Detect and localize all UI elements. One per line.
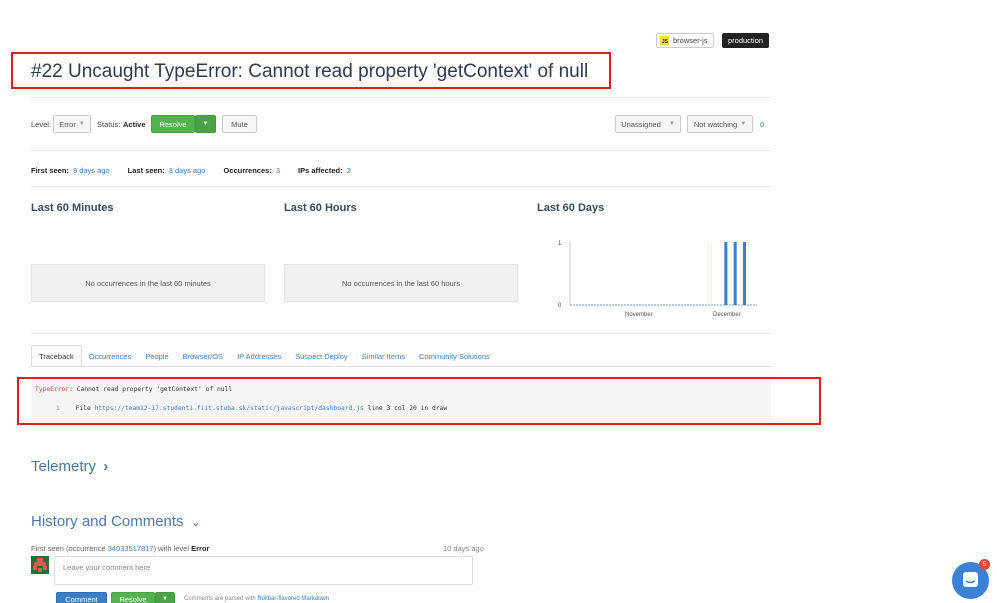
history-first-seen-prefix: First seen (occurrence: [31, 544, 108, 553]
markdown-note: Comments are parsed with Rollbar-flavore…: [184, 596, 329, 602]
last-60-days-chart: 1 0 November December: [558, 241, 757, 318]
history-resolve-button[interactable]: Resolve: [111, 592, 155, 603]
tab-traceback[interactable]: Traceback: [31, 345, 82, 367]
ips-affected-label: IPs affected:: [297, 166, 343, 175]
x-tick-label-november: November: [625, 312, 653, 318]
divider: [31, 97, 771, 98]
tag-production[interactable]: production: [722, 33, 770, 48]
watch-count[interactable]: 0: [760, 120, 764, 129]
telemetry-toggle[interactable]: Telemetry ›: [31, 458, 108, 475]
tab-similar-items[interactable]: Similar Items: [355, 345, 412, 367]
chevron-down-icon: ▼: [162, 596, 168, 602]
ips-affected-value[interactable]: 2: [347, 166, 351, 175]
history-occurrence-link[interactable]: 34033517817: [108, 544, 154, 553]
status-label: Status:: [97, 120, 121, 129]
level-dropdown[interactable]: Error ▼: [53, 115, 91, 133]
divider: [31, 150, 771, 151]
status-value: Active: [123, 120, 146, 129]
traceback-file-link[interactable]: https://team12-17.studenti.fiit.stuba.sk…: [95, 405, 364, 412]
divider: [31, 186, 771, 187]
traceback-frame-number: 1: [56, 405, 60, 412]
stats-row: First seen: 9 days ago Last seen: 3 days…: [31, 166, 351, 175]
occurrences-value[interactable]: 3: [276, 166, 280, 175]
history-resolve-options-button[interactable]: ▼: [155, 592, 175, 603]
javascript-icon: JS: [660, 36, 669, 45]
traceback-error-message: : Cannot read property 'getContext' of n…: [69, 386, 233, 393]
chevron-down-icon: ⌄: [190, 515, 201, 529]
chart-bars: [707, 242, 749, 305]
y-tick-label-1: 1: [558, 241, 562, 247]
tabs-divider: [31, 366, 771, 367]
first-seen-label: First seen:: [31, 166, 69, 175]
tab-suspect-deploy[interactable]: Suspect Deploy: [288, 345, 355, 367]
traceback-frame: 1 File https://team12-17.studenti.fiit.s…: [56, 405, 447, 412]
avatar-identicon-icon: [33, 558, 47, 572]
chat-unread-badge: 5: [979, 559, 990, 570]
x-tick-label-december: December: [713, 312, 741, 318]
resolve-button[interactable]: Resolve: [151, 115, 195, 133]
resolve-options-button[interactable]: ▼: [195, 115, 216, 133]
avatar: [31, 556, 49, 574]
chevron-down-icon: ▼: [740, 121, 747, 127]
traceback-highlight-box: [17, 377, 821, 425]
history-label: History and Comments: [31, 513, 184, 530]
watching-dropdown[interactable]: Not watching ▼: [687, 115, 753, 133]
tab-people[interactable]: People: [138, 345, 175, 367]
telemetry-label: Telemetry: [31, 458, 97, 475]
tab-browser-os[interactable]: Browser/OS: [176, 345, 230, 367]
chevron-down-icon: ▼: [202, 121, 209, 127]
occurrences-label: Occurrences:: [223, 166, 272, 175]
level-value: Error: [59, 119, 76, 129]
tag-browser-js-label: browser-js: [673, 36, 708, 45]
chart-bar: [733, 242, 737, 305]
tab-ip-addresses[interactable]: IP Addresses: [230, 345, 288, 367]
traceback-error-line: TypeError: Cannot read property 'getCont…: [35, 386, 232, 393]
last-60-days-title: Last 60 Days: [537, 202, 605, 214]
history-toggle[interactable]: History and Comments ⌄: [31, 513, 201, 530]
comment-button[interactable]: Comment: [56, 592, 107, 603]
history-first-seen-mid: ) with level: [153, 544, 192, 553]
last-60-minutes-empty: No occurrences in the last 60 minutes: [31, 264, 265, 302]
last-60-hours-empty: No occurrences in the last 60 hours: [284, 264, 518, 302]
last-seen-label: Last seen:: [127, 166, 165, 175]
traceback-error-type: TypeError: [35, 386, 70, 393]
history-first-seen: First seen (occurrence 34033517817) with…: [31, 544, 209, 553]
chevron-right-icon: ›: [103, 458, 109, 475]
history-level: Error: [191, 544, 210, 553]
y-tick-label-0: 0: [558, 303, 562, 309]
last-60-hours-title: Last 60 Hours: [284, 202, 357, 214]
tab-occurrences[interactable]: Occurrences: [82, 345, 139, 367]
mute-button[interactable]: Mute: [222, 115, 257, 133]
tag-browser-js[interactable]: JS browser-js: [656, 33, 714, 48]
chart-bar: [743, 242, 747, 305]
level-label: Level:: [31, 120, 52, 129]
page-title: #22 Uncaught TypeError: Cannot read prop…: [31, 61, 589, 82]
tabs-bar: Traceback Occurrences People Browser/OS IP A…: [31, 345, 497, 367]
comment-input[interactable]: Leave your comment here: [54, 556, 473, 585]
first-seen-value[interactable]: 9 days ago: [73, 166, 110, 175]
markdown-link[interactable]: Rollbar-flavored Markdown: [257, 596, 329, 602]
history-ago: 10 days ago: [443, 544, 484, 553]
watching-value: Not watching: [693, 119, 738, 129]
traceback-file-suffix: line 3 col 20 in draw: [363, 405, 448, 412]
assignee-dropdown[interactable]: Unassigned ▼: [615, 115, 681, 133]
last-seen-value[interactable]: 3 days ago: [169, 166, 206, 175]
markdown-note-prefix: Comments are parsed with: [184, 596, 258, 602]
last-60-minutes-title: Last 60 Minutes: [31, 202, 114, 214]
chart-bar: [724, 242, 728, 305]
tab-community-solutions[interactable]: Community Solutions: [412, 345, 497, 367]
chevron-down-icon: ▼: [78, 121, 85, 127]
divider: [31, 333, 771, 334]
assignee-value: Unassigned: [621, 119, 661, 129]
traceback-file-prefix: File: [75, 405, 95, 412]
chevron-down-icon: ▼: [668, 121, 675, 127]
